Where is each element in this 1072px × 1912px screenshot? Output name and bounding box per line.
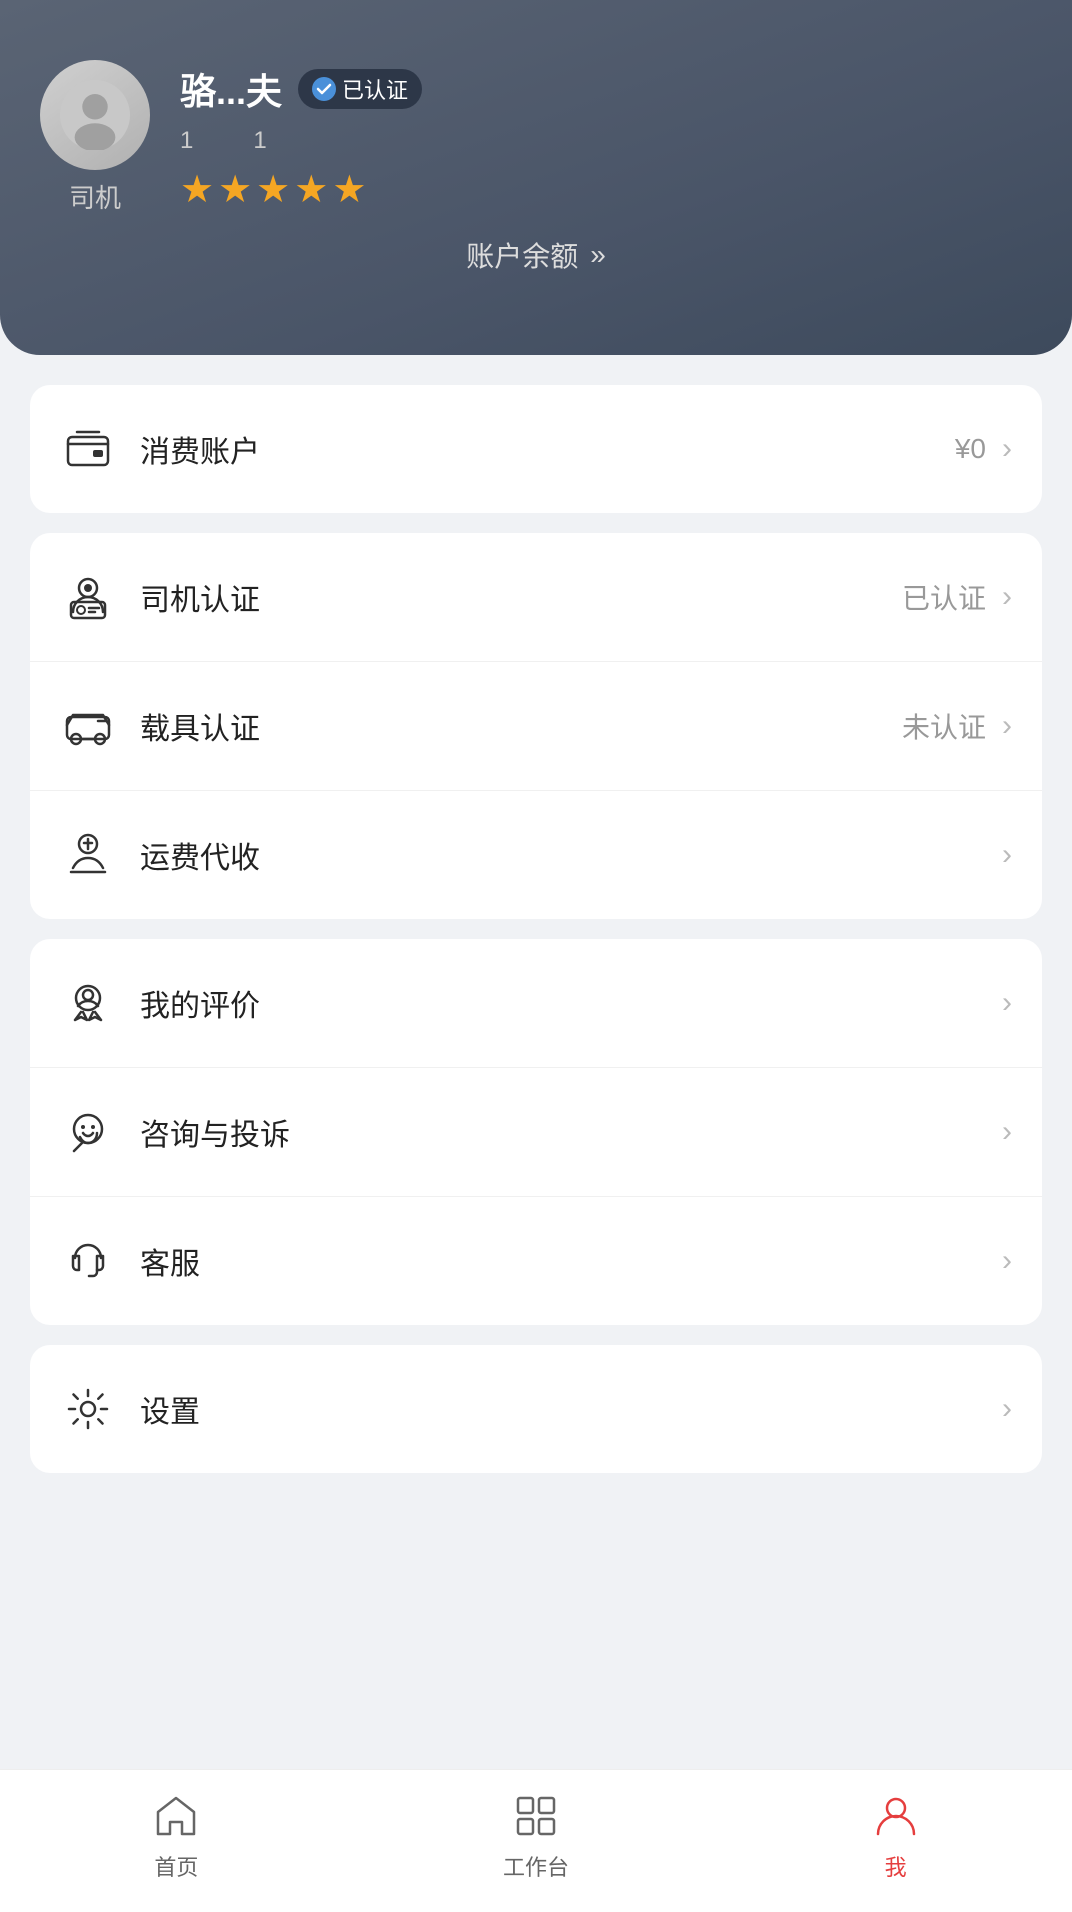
header: 司机 骆...夫 已认证 1 1 ★ ★ (0, 0, 1072, 355)
driver-cert-value: 已认证 (902, 577, 986, 617)
verified-icon (312, 77, 336, 101)
stat-right: 1 (253, 127, 266, 155)
menu-item-freight-collect[interactable]: 运费代收 › (30, 791, 1042, 919)
user-name: 骆...夫 (180, 63, 282, 115)
vehicle-cert-value: 未认证 (902, 706, 986, 746)
workbench-icon (510, 1790, 562, 1842)
service-icon (60, 1233, 116, 1289)
menu-section-4: 设置 › (30, 1345, 1042, 1473)
stat-left: 1 (180, 127, 193, 155)
me-icon (870, 1790, 922, 1842)
menu-section-2: 司机认证 已认证 › 载具认证 未认证 › (30, 533, 1042, 919)
vehicle-cert-chevron: › (1002, 709, 1012, 743)
review-icon (60, 975, 116, 1031)
stars-row: ★ ★ ★ ★ ★ (180, 167, 1032, 212)
nav-label-workbench: 工作台 (503, 1850, 569, 1882)
profile-section: 司机 骆...夫 已认证 1 1 ★ ★ (40, 60, 1032, 215)
freight-collect-chevron: › (1002, 838, 1012, 872)
nav-item-workbench[interactable]: 工作台 (503, 1790, 569, 1882)
consult-icon (60, 1104, 116, 1160)
menu-item-my-reviews[interactable]: 我的评价 › (30, 939, 1042, 1068)
my-reviews-chevron: › (1002, 986, 1012, 1020)
menu-item-consume-account[interactable]: 消费账户 ¥0 › (30, 385, 1042, 513)
consume-account-value: ¥0 (955, 433, 986, 465)
settings-icon (60, 1381, 116, 1437)
menu-section-3: 我的评价 › 咨询与投诉 › (30, 939, 1042, 1325)
account-balance-label: 账户余额 (466, 235, 578, 275)
consult-complaint-label: 咨询与投诉 (140, 1110, 986, 1154)
driver-cert-chevron: › (1002, 580, 1012, 614)
menu-item-driver-cert[interactable]: 司机认证 已认证 › (30, 533, 1042, 662)
verified-badge: 已认证 (298, 69, 422, 109)
my-reviews-label: 我的评价 (140, 981, 986, 1025)
avatar-container: 司机 (40, 60, 150, 215)
wallet-icon (60, 421, 116, 477)
menu-item-settings[interactable]: 设置 › (30, 1345, 1042, 1473)
account-balance-arrow: » (590, 239, 606, 271)
star-3: ★ (256, 167, 290, 212)
nav-label-me: 我 (885, 1850, 907, 1882)
star-4: ★ (294, 167, 328, 212)
star-5: ★ (332, 167, 366, 212)
settings-label: 设置 (140, 1387, 986, 1431)
account-balance-row[interactable]: 账户余额 » (40, 235, 1032, 275)
bottom-nav: 首页 工作台 我 (0, 1769, 1072, 1912)
profile-info: 骆...夫 已认证 1 1 ★ ★ ★ ★ ★ (180, 63, 1032, 212)
vehicle-cert-icon (60, 698, 116, 754)
avatar-label: 司机 (69, 178, 121, 215)
vehicle-cert-label: 载具认证 (140, 704, 902, 748)
menu-section-1: 消费账户 ¥0 › (30, 385, 1042, 513)
freight-icon (60, 827, 116, 883)
avatar (40, 60, 150, 170)
customer-service-chevron: › (1002, 1244, 1012, 1278)
consume-account-chevron: › (1002, 432, 1012, 466)
nav-item-me[interactable]: 我 (870, 1790, 922, 1882)
driver-cert-label: 司机认证 (140, 575, 902, 619)
stats-row: 1 1 (180, 127, 1032, 155)
menu-item-customer-service[interactable]: 客服 › (30, 1197, 1042, 1325)
nav-label-home: 首页 (154, 1850, 198, 1882)
menu-item-vehicle-cert[interactable]: 载具认证 未认证 › (30, 662, 1042, 791)
consult-complaint-chevron: › (1002, 1115, 1012, 1149)
menu-item-consult-complaint[interactable]: 咨询与投诉 › (30, 1068, 1042, 1197)
star-2: ★ (218, 167, 252, 212)
freight-collect-label: 运费代收 (140, 833, 986, 877)
consume-account-label: 消费账户 (140, 427, 955, 471)
name-row: 骆...夫 已认证 (180, 63, 1032, 115)
driver-cert-icon (60, 569, 116, 625)
settings-chevron: › (1002, 1392, 1012, 1426)
home-icon (150, 1790, 202, 1842)
nav-item-home[interactable]: 首页 (150, 1790, 202, 1882)
customer-service-label: 客服 (140, 1239, 986, 1283)
content: 消费账户 ¥0 › 司机认证 已认证 › (0, 355, 1072, 1633)
star-1: ★ (180, 167, 214, 212)
verified-text: 已认证 (342, 73, 408, 105)
